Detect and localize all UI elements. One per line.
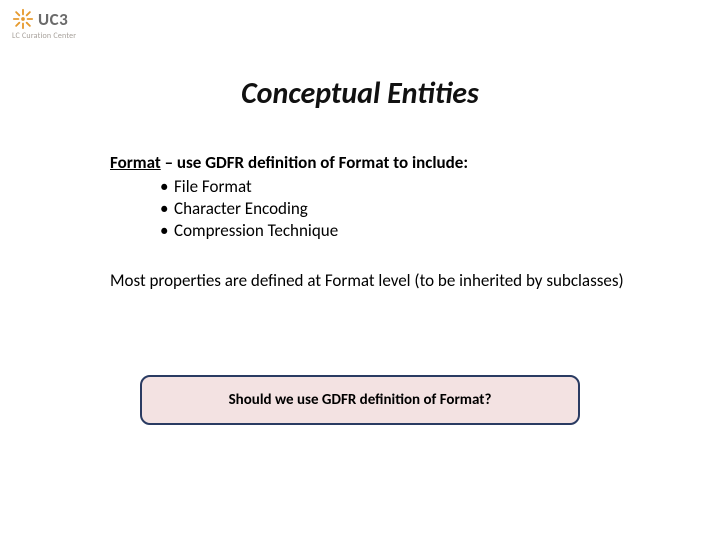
question-callout: Should we use GDFR definition of Format? — [140, 375, 580, 425]
brand-logo: UC3 LC Curation Center — [12, 8, 76, 41]
list-item: Compression Technique — [160, 220, 650, 242]
format-lead: Format — [110, 152, 161, 173]
starburst-icon — [12, 8, 34, 30]
slide-title: Conceptual Entities — [0, 75, 720, 112]
format-bullets: File Format Character Encoding Compressi… — [160, 176, 650, 242]
callout-text: Should we use GDFR definition of Format? — [229, 391, 492, 409]
format-rest: – use GDFR definition of Format to inclu… — [161, 152, 468, 173]
brand-name: UC3 — [38, 9, 68, 30]
list-item: Character Encoding — [160, 198, 650, 220]
list-item: File Format — [160, 176, 650, 198]
slide-body: Format – use GDFR definition of Format t… — [110, 152, 650, 292]
body-paragraph: Most properties are defined at Format le… — [110, 270, 650, 292]
brand-subtitle: LC Curation Center — [12, 31, 76, 41]
brand-logo-top: UC3 — [12, 8, 68, 30]
format-heading: Format – use GDFR definition of Format t… — [110, 152, 650, 174]
